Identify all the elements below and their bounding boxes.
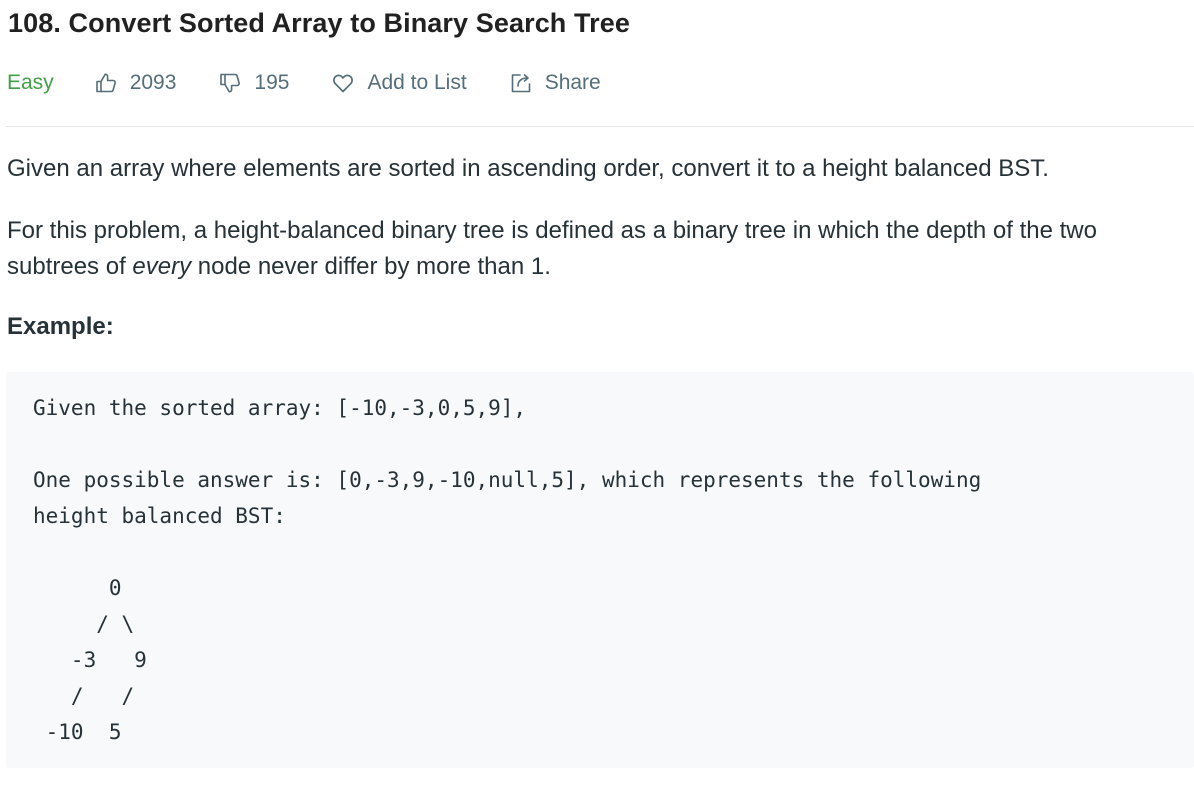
- description-paragraph-1: Given an array where elements are sorted…: [7, 155, 1049, 182]
- thumbs-up-icon: [95, 73, 116, 93]
- description-paragraph-2: For this problem, a height-balanced bina…: [7, 213, 1187, 285]
- heart-icon: [333, 74, 354, 93]
- add-to-list-label: Add to List: [367, 71, 467, 94]
- share-label: Share: [544, 71, 601, 94]
- code-line: / /: [33, 684, 135, 708]
- code-line: One possible answer is: [0,-3,9,-10,null…: [33, 468, 982, 492]
- code-line: Given the sorted array: [-10,-3,0,5,9],: [33, 396, 527, 420]
- code-line: 0: [33, 576, 122, 600]
- thumbs-down-icon: [220, 73, 241, 93]
- header-divider: [6, 126, 1194, 127]
- example-heading: Example:: [7, 313, 114, 340]
- difficulty-badge: Easy: [7, 71, 54, 94]
- likes-count: 2093: [129, 71, 177, 94]
- description-text: node never differ by more than 1.: [191, 253, 551, 280]
- code-line: height balanced BST:: [33, 504, 286, 528]
- add-to-list-button[interactable]: Add to List: [331, 71, 467, 95]
- example-code-block: Given the sorted array: [-10,-3,0,5,9], …: [6, 372, 1194, 768]
- code-line: / \: [33, 612, 135, 636]
- code-line: -10 5: [33, 720, 122, 744]
- problem-meta-bar: Easy 2093 195 Add to List Share: [7, 66, 601, 100]
- share-icon: [511, 74, 530, 93]
- like-button[interactable]: 2093: [94, 71, 177, 95]
- code-line: -3 9: [33, 648, 147, 672]
- emphasis-text: every: [132, 253, 192, 280]
- share-button[interactable]: Share: [509, 71, 601, 95]
- problem-title: 108. Convert Sorted Array to Binary Sear…: [8, 8, 630, 38]
- dislikes-count: 195: [254, 71, 290, 94]
- dislike-button[interactable]: 195: [218, 71, 289, 95]
